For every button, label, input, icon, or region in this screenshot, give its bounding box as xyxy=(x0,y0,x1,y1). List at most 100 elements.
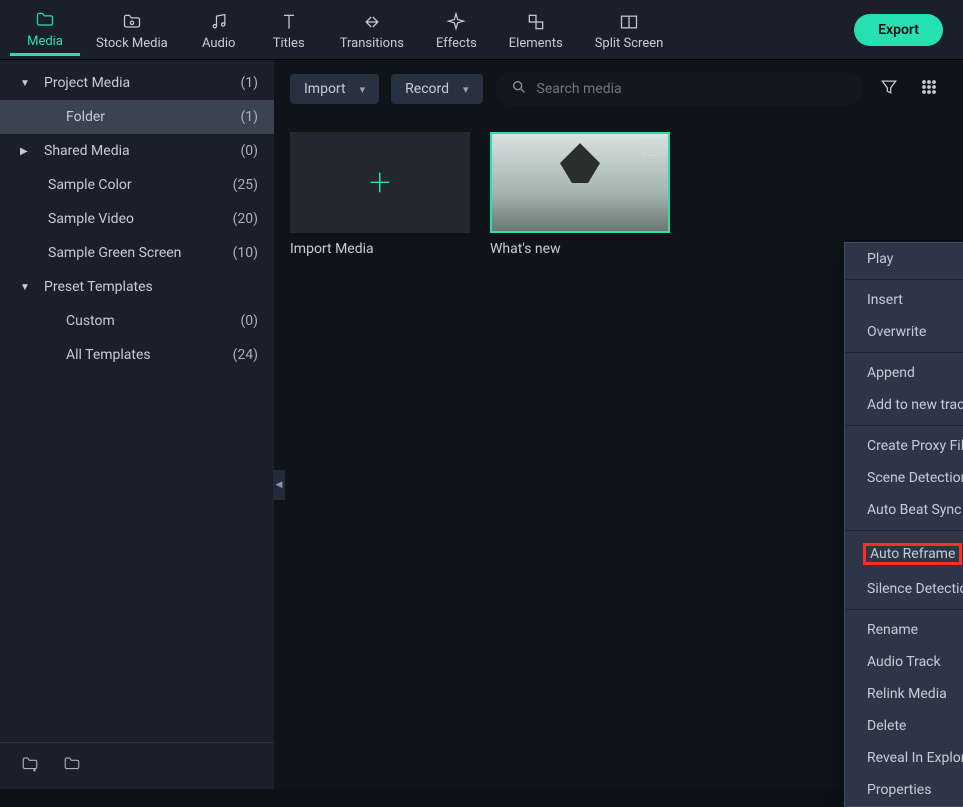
tree-project-media[interactable]: ▼ Project Media (1) xyxy=(0,66,274,100)
search-icon xyxy=(511,79,527,99)
menu-divider xyxy=(845,279,963,280)
tree-count: (0) xyxy=(240,313,258,329)
tree-custom[interactable]: Custom (0) xyxy=(0,304,274,338)
tab-elements[interactable]: Elements xyxy=(493,5,579,55)
folder-icon xyxy=(34,9,56,31)
tree-folder[interactable]: Folder (1) xyxy=(0,100,274,134)
main-panel: Import Record + Import Media Wha xyxy=(274,60,963,789)
import-dropdown[interactable]: Import xyxy=(290,74,379,104)
menu-properties[interactable]: Properties xyxy=(845,774,963,806)
highlighted-item: Auto Reframe xyxy=(863,543,962,565)
media-label: Import Media xyxy=(290,241,470,257)
menu-insert[interactable]: InsertShift+I xyxy=(845,284,963,316)
titles-icon xyxy=(278,11,300,33)
filter-icon[interactable] xyxy=(875,73,903,105)
tree-count: (0) xyxy=(240,143,258,159)
menu-silence[interactable]: Silence Detection xyxy=(845,573,963,605)
tree-sample-color[interactable]: Sample Color (25) xyxy=(0,168,274,202)
context-menu: Play InsertShift+I OverwriteShift+O Appe… xyxy=(844,242,963,807)
audio-icon xyxy=(208,11,230,33)
menu-divider xyxy=(845,425,963,426)
media-toolbar: Import Record xyxy=(274,60,963,118)
new-folder-plus-icon[interactable] xyxy=(20,755,40,777)
menu-append[interactable]: Append xyxy=(845,357,963,389)
stock-icon xyxy=(121,11,143,33)
menu-relink[interactable]: Relink Media xyxy=(845,678,963,710)
chevron-down-icon: ▼ xyxy=(20,282,34,293)
tab-effects[interactable]: Effects xyxy=(420,5,493,55)
tree-label: Folder xyxy=(66,109,105,125)
media-clip[interactable]: What's new xyxy=(490,132,670,257)
sidebar-bottom-actions xyxy=(0,742,274,789)
menu-auto-reframe[interactable]: Auto Reframe xyxy=(845,535,963,573)
tab-media[interactable]: Media xyxy=(10,3,80,56)
tree-sample-green[interactable]: Sample Green Screen (10) xyxy=(0,236,274,270)
menu-rename[interactable]: RenameF2 xyxy=(845,614,963,646)
tree-all-templates[interactable]: All Templates (24) xyxy=(0,338,274,372)
clip-thumb xyxy=(490,132,670,233)
tree-count: (25) xyxy=(233,177,258,193)
import-media-tile[interactable]: + Import Media xyxy=(290,132,470,257)
filmstrip-icon xyxy=(642,140,662,156)
tab-label: Audio xyxy=(202,36,235,51)
tab-transitions[interactable]: Transitions xyxy=(324,5,420,55)
tree-label: Custom xyxy=(66,313,115,329)
tab-label: Split Screen xyxy=(595,36,664,51)
tree-count: (24) xyxy=(233,347,258,363)
menu-divider xyxy=(845,352,963,353)
menu-proxy[interactable]: Create Proxy File xyxy=(845,430,963,462)
tab-label: Titles xyxy=(273,36,305,51)
plus-icon: + xyxy=(369,161,390,205)
tree-preset-templates[interactable]: ▼ Preset Templates xyxy=(0,270,274,304)
tab-label: Elements xyxy=(509,36,563,51)
import-thumb: + xyxy=(290,132,470,233)
menu-scene[interactable]: Scene Detection xyxy=(845,462,963,494)
tree-label: Sample Color xyxy=(48,177,132,193)
effects-icon xyxy=(445,11,467,33)
menu-overwrite[interactable]: OverwriteShift+O xyxy=(845,316,963,348)
top-tabs: Media Stock Media Audio Titles Transitio… xyxy=(0,0,963,60)
search-input[interactable] xyxy=(537,81,847,97)
split-icon xyxy=(618,11,640,33)
tree-label: Sample Green Screen xyxy=(48,245,181,261)
menu-delete[interactable]: DeleteDel xyxy=(845,710,963,742)
tab-label: Effects xyxy=(436,36,477,51)
search-box[interactable] xyxy=(495,72,863,106)
menu-play[interactable]: Play xyxy=(845,243,963,275)
elements-icon xyxy=(525,11,547,33)
folder-icon[interactable] xyxy=(62,755,82,777)
tree-shared-media[interactable]: ▶ Shared Media (0) xyxy=(0,134,274,168)
media-label: What's new xyxy=(490,241,670,257)
chevron-right-icon: ▶ xyxy=(20,146,34,157)
menu-audio-track[interactable]: Audio Track▶ xyxy=(845,646,963,678)
tab-split-screen[interactable]: Split Screen xyxy=(579,5,680,55)
media-tree: ▼ Project Media (1) Folder (1) ▶ Shared … xyxy=(0,60,274,742)
tab-stock-media[interactable]: Stock Media xyxy=(80,5,184,55)
tree-label: Project Media xyxy=(44,75,130,91)
tree-count: (1) xyxy=(240,75,258,91)
menu-reveal[interactable]: Reveal In ExplorerCtrl+Shift+R xyxy=(845,742,963,774)
tree-label: Sample Video xyxy=(48,211,134,227)
menu-divider xyxy=(845,530,963,531)
tab-titles[interactable]: Titles xyxy=(254,5,324,55)
tab-label: Media xyxy=(27,34,63,49)
menu-beat[interactable]: Auto Beat Sync xyxy=(845,494,963,526)
tab-label: Stock Media xyxy=(96,36,168,51)
tree-count: (10) xyxy=(233,245,258,261)
collapse-sidebar-handle[interactable]: ◀ xyxy=(273,470,285,500)
tab-audio[interactable]: Audio xyxy=(184,5,254,55)
menu-divider xyxy=(845,609,963,610)
chevron-down-icon: ▼ xyxy=(20,78,34,89)
tree-sample-video[interactable]: Sample Video (20) xyxy=(0,202,274,236)
sidebar: ▼ Project Media (1) Folder (1) ▶ Shared … xyxy=(0,60,274,789)
menu-add-track[interactable]: Add to new track xyxy=(845,389,963,421)
export-button[interactable]: Export xyxy=(854,14,943,46)
transitions-icon xyxy=(361,11,383,33)
tree-count: (20) xyxy=(233,211,258,227)
record-dropdown[interactable]: Record xyxy=(391,74,482,104)
clip-preview-image xyxy=(560,143,600,183)
tree-label: Preset Templates xyxy=(44,279,153,295)
tree-label: All Templates xyxy=(66,347,151,363)
grid-view-icon[interactable] xyxy=(915,73,943,105)
tree-count: (1) xyxy=(240,109,258,125)
